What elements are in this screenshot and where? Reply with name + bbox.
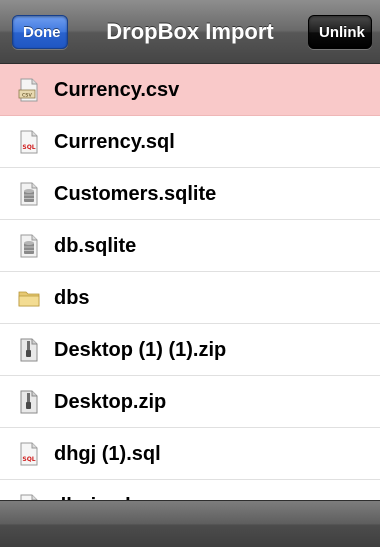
sql-file-icon: SQL [18, 442, 40, 466]
file-row-desktop-zip[interactable]: Desktop.zip [0, 376, 380, 428]
file-name: Currency.sql [54, 131, 175, 153]
unlink-button[interactable]: Unlink [308, 15, 372, 49]
zip-file-icon [18, 390, 40, 414]
dropbox-import-screen: Done DropBox Import Unlink csv Currency.… [0, 0, 380, 547]
file-name: Desktop (1) (1).zip [54, 339, 227, 361]
file-name: dbs [54, 287, 90, 309]
file-name: dhgj (1).sql [54, 443, 161, 465]
file-list[interactable]: csv Currency.csv SQL Currency.sql Custom… [0, 64, 380, 500]
file-row-currency-csv[interactable]: csv Currency.csv [0, 64, 380, 116]
file-row-currency-sql[interactable]: SQL Currency.sql [0, 116, 380, 168]
svg-text:SQL: SQL [22, 456, 35, 463]
svg-text:SQL: SQL [22, 144, 35, 151]
csv-file-icon: csv [18, 78, 40, 102]
bottom-toolbar [0, 500, 380, 547]
file-name: Desktop.zip [54, 391, 167, 413]
file-name: db.sqlite [54, 235, 137, 257]
svg-text:csv: csv [22, 92, 32, 99]
database-file-icon [18, 182, 40, 206]
database-file-icon [18, 234, 40, 258]
file-name: Currency.csv [54, 79, 180, 101]
sql-file-icon: SQL [18, 130, 40, 154]
file-name: Customers.sqlite [54, 183, 217, 205]
file-name: dhgj.sql [54, 480, 131, 500]
folder-icon [18, 286, 40, 310]
done-button[interactable]: Done [12, 15, 68, 49]
file-row-dbs-folder[interactable]: dbs [0, 272, 380, 324]
file-row-customers-sqlite[interactable]: Customers.sqlite [0, 168, 380, 220]
file-row-desktop-1-1-zip[interactable]: Desktop (1) (1).zip [0, 324, 380, 376]
file-row-dhgj-sql[interactable]: SQL dhgj.sql [0, 480, 380, 500]
file-row-dhgj-1-sql[interactable]: SQL dhgj (1).sql [0, 428, 380, 480]
navigation-bar: Done DropBox Import Unlink [0, 0, 380, 64]
file-row-db-sqlite[interactable]: db.sqlite [0, 220, 380, 272]
zip-file-icon [18, 338, 40, 362]
